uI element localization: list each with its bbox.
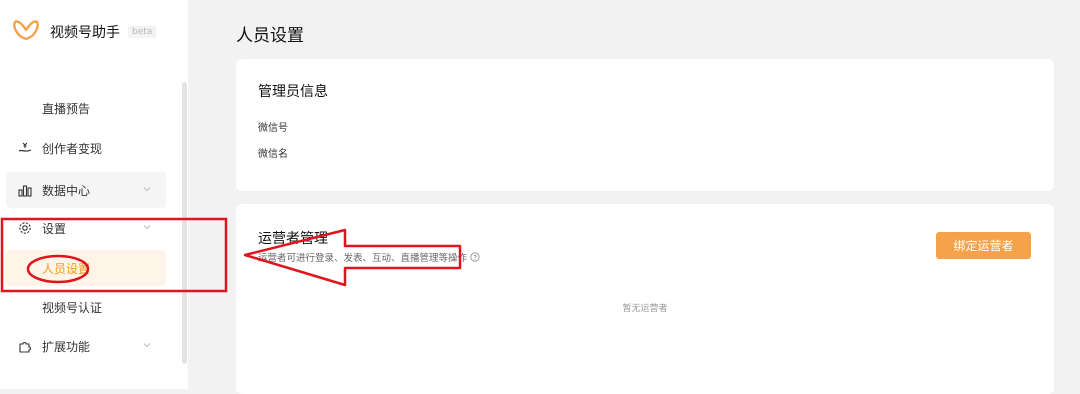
- sidebar-item-label: 数据中心: [42, 183, 91, 198]
- operator-description-text: 运营者可进行登录、发表、互动、直播管理等操作: [258, 253, 468, 264]
- sidebar-item-data-center[interactable]: 数据中心: [6, 172, 166, 208]
- sidebar-item-creator-monetization[interactable]: 创作者变现: [6, 130, 166, 166]
- sidebar-item-label: 视频号认证: [42, 300, 103, 315]
- app-title: 视频号助手: [50, 25, 120, 41]
- admin-card-title: 管理员信息: [258, 84, 328, 100]
- sidebar: 视频号助手 beta 直播预告 创作者变现 数据中心 设置 人员设置 视频号认证: [0, 0, 188, 389]
- hand-coin-icon: [16, 139, 34, 157]
- main-content: 人员设置 管理员信息 微信号 微信名 运营者管理 运营者可进行登录、发表、互动、…: [188, 0, 1080, 394]
- help-icon[interactable]: [470, 252, 480, 262]
- operator-management-card: 运营者管理 运营者可进行登录、发表、互动、直播管理等操作 绑定运营者 暂无运营者: [236, 204, 1054, 394]
- operator-card-title: 运营者管理: [258, 231, 328, 247]
- chevron-down-icon: [143, 187, 151, 192]
- chevron-down-icon: [143, 225, 151, 230]
- operator-card-description: 运营者可进行登录、发表、互动、直播管理等操作: [258, 250, 480, 264]
- wechat-name-label: 微信名: [258, 149, 288, 160]
- empty-state-text: 暂无运营者: [622, 304, 668, 314]
- logo-icon: [12, 16, 40, 48]
- bind-operator-button[interactable]: 绑定运营者: [936, 232, 1031, 259]
- sidebar-item-channel-verification[interactable]: 视频号认证: [6, 289, 166, 325]
- bar-chart-icon: [16, 181, 34, 199]
- sidebar-item-settings[interactable]: 设置: [6, 210, 166, 246]
- sidebar-item-label: 直播预告: [42, 101, 91, 116]
- sidebar-item-label: 扩展功能: [42, 339, 91, 354]
- sidebar-item-label: 创作者变现: [42, 141, 103, 156]
- beta-badge: beta: [128, 26, 157, 38]
- app-logo[interactable]: 视频号助手 beta: [12, 16, 157, 48]
- gear-icon: [16, 219, 34, 237]
- sidebar-item-label: 人员设置: [42, 261, 91, 276]
- wechat-id-label: 微信号: [258, 123, 288, 134]
- sidebar-item-label: 设置: [42, 221, 67, 236]
- sidebar-item-extensions[interactable]: 扩展功能: [6, 328, 166, 364]
- admin-info-card: 管理员信息 微信号 微信名: [236, 59, 1054, 191]
- puzzle-icon: [16, 337, 34, 355]
- chevron-down-icon: [143, 343, 151, 348]
- page-title: 人员设置: [236, 26, 304, 46]
- sidebar-item-live-preview[interactable]: 直播预告: [6, 90, 166, 126]
- sidebar-scrollbar[interactable]: [182, 82, 187, 364]
- sidebar-item-staff-settings[interactable]: 人员设置: [6, 250, 166, 286]
